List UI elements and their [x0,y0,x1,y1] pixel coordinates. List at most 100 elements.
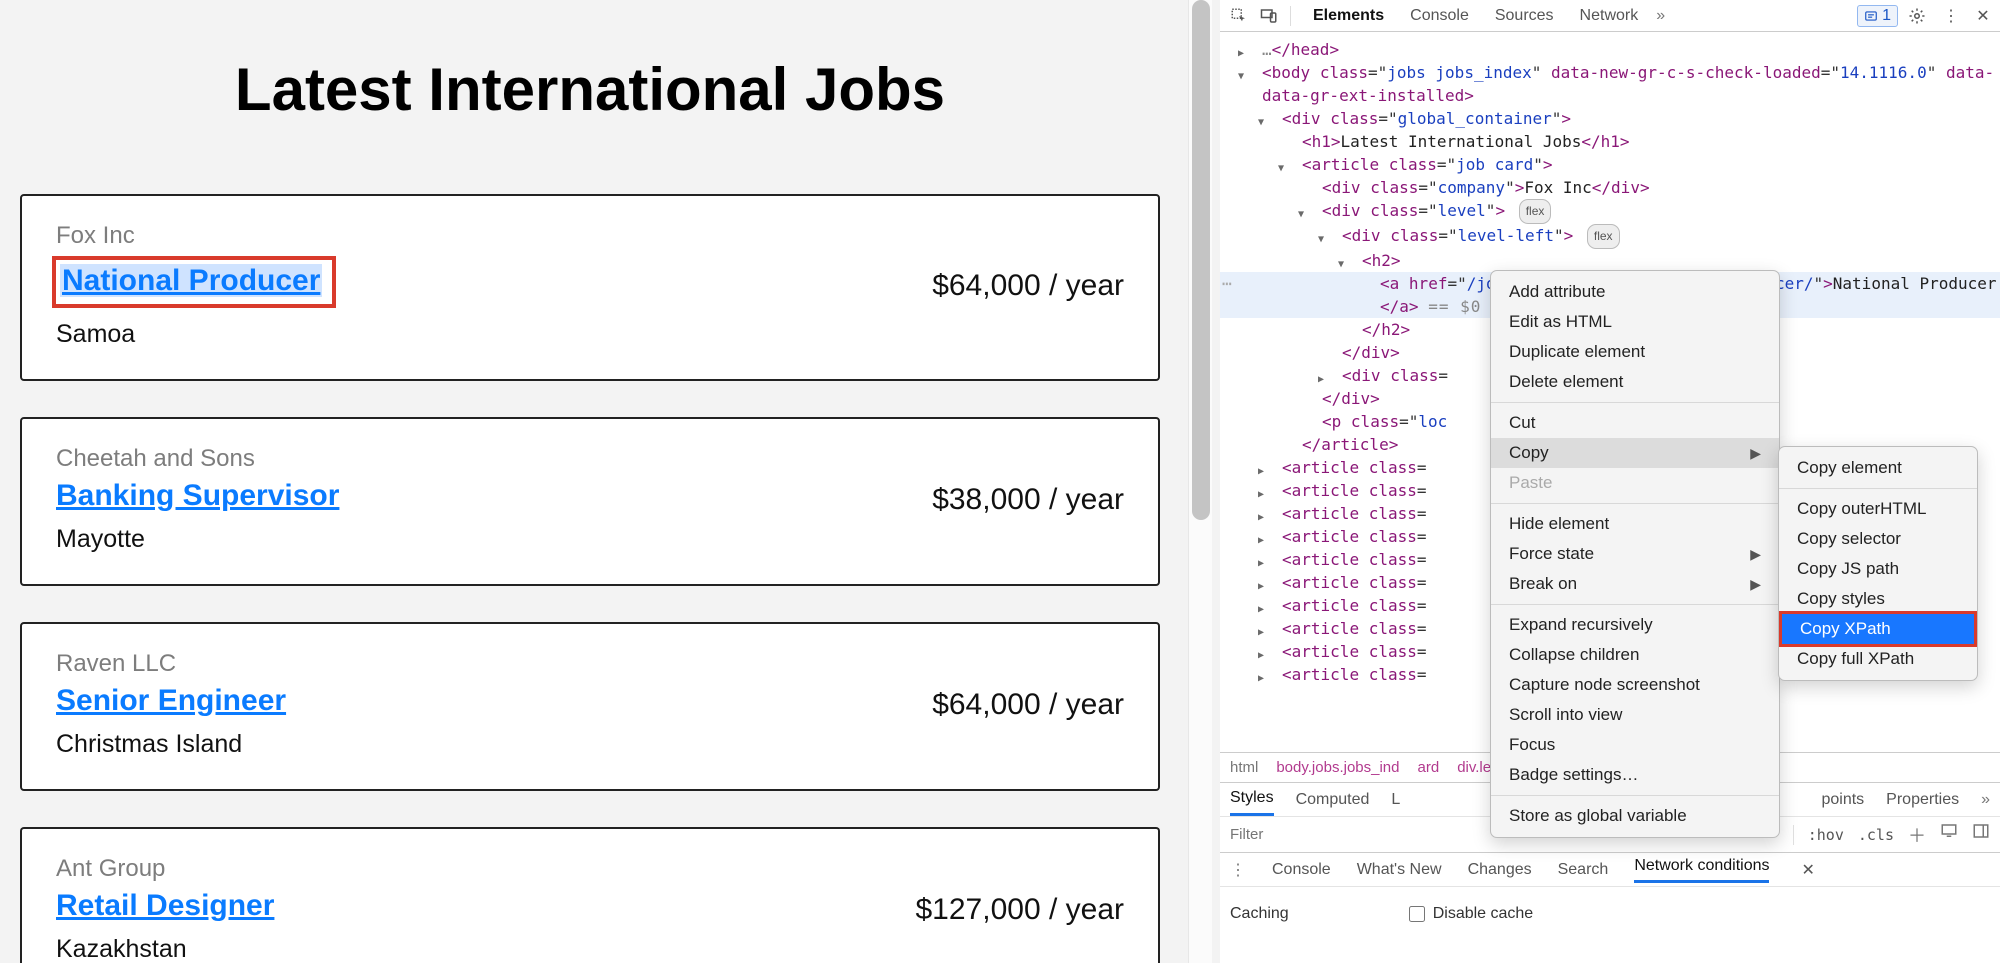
job-card: Ant Group Retail Designer Kazakhstan $12… [20,827,1160,963]
disable-cache-checkbox[interactable]: Disable cache [1409,905,1534,923]
device-toggle-icon[interactable] [1256,3,1282,29]
tab-elements[interactable]: Elements [1313,1,1384,31]
tab-network[interactable]: Network [1580,1,1639,31]
close-icon[interactable]: ✕ [1972,6,1994,26]
tab-computed[interactable]: Computed [1296,785,1370,815]
job-title-link[interactable]: National Producer [60,264,322,297]
menu-expand[interactable]: Expand recursively [1491,610,1779,640]
company-label: Cheetah and Sons [56,445,339,473]
page-title: Latest International Jobs [20,55,1160,124]
kebab-icon[interactable]: ⋮ [1940,6,1962,26]
menu-cut[interactable]: Cut [1491,408,1779,438]
inspect-icon[interactable] [1226,3,1252,29]
dom-node[interactable]: …</head> [1240,38,2000,61]
menu-hide[interactable]: Hide element [1491,509,1779,539]
tab-console[interactable]: Console [1410,1,1469,31]
tab-sources[interactable]: Sources [1495,1,1554,31]
drawer-tab-changes[interactable]: Changes [1468,861,1532,879]
crumb[interactable]: ard [1418,759,1440,776]
drawer-tab-network-conditions[interactable]: Network conditions [1634,857,1769,883]
page-viewport: Latest International Jobs Fox Inc Nation… [0,0,1220,963]
menu-copy-styles[interactable]: Copy styles [1779,584,1977,614]
company-label: Raven LLC [56,650,286,678]
crumb[interactable]: html [1230,759,1258,776]
company-label: Ant Group [56,855,274,883]
tab-styles[interactable]: Styles [1230,783,1274,816]
menu-separator [1491,795,1779,796]
drawer-tab-whatsnew[interactable]: What's New [1357,861,1442,879]
menu-copy-xpath[interactable]: Copy XPath [1779,611,1977,647]
menu-copy-element[interactable]: Copy element [1779,453,1977,483]
menu-duplicate[interactable]: Duplicate element [1491,337,1779,367]
dom-node[interactable]: <h2> [1340,249,2000,272]
dom-node[interactable]: <div class="level-left"> flex [1320,224,2000,249]
cls-toggle[interactable]: .cls [1858,826,1894,844]
menu-separator [1491,402,1779,403]
menu-break-on[interactable]: Break on▶ [1491,569,1779,599]
menu-copy[interactable]: Copy▶ [1491,438,1779,468]
menu-delete[interactable]: Delete element [1491,367,1779,397]
dom-node[interactable]: <h1>Latest International Jobs</h1> [1280,130,2000,153]
menu-force-state[interactable]: Force state▶ [1491,539,1779,569]
menu-scroll[interactable]: Scroll into view [1491,700,1779,730]
devtools-toolbar: Elements Console Sources Network » 1 ⋮ ✕ [1220,0,2000,32]
dom-node[interactable]: data-gr-ext-installed> [1240,84,2000,107]
inspected-element-highlight: National Producer [52,256,336,308]
menu-focus[interactable]: Focus [1491,730,1779,760]
job-title-link[interactable]: Retail Designer [56,889,274,922]
job-salary: $64,000 / year [932,688,1124,722]
menu-copy-full-xpath[interactable]: Copy full XPath [1779,644,1977,674]
plus-icon[interactable]: ＋ [1908,822,1926,848]
dom-node[interactable]: <div class="company">Fox Inc</div> [1300,176,2000,199]
menu-add-attribute[interactable]: Add attribute [1491,277,1779,307]
drawer-tab-console[interactable]: Console [1272,861,1331,879]
menu-capture[interactable]: Capture node screenshot [1491,670,1779,700]
menu-copy-selector[interactable]: Copy selector [1779,524,1977,554]
dom-node[interactable]: <article class="job card"> [1280,153,2000,176]
hov-toggle[interactable]: :hov [1808,826,1844,844]
context-menu[interactable]: Add attribute Edit as HTML Duplicate ele… [1490,270,1780,838]
tabs-overflow-icon[interactable]: » [1656,7,1666,25]
company-label: Fox Inc [56,222,336,250]
gear-icon[interactable] [1908,7,1930,25]
menu-collapse[interactable]: Collapse children [1491,640,1779,670]
job-card: Cheetah and Sons Banking Supervisor Mayo… [20,417,1160,586]
gutter-ellipsis-icon[interactable]: ⋯ [1222,272,1232,295]
chevron-right-icon: ▶ [1750,445,1761,462]
menu-badge[interactable]: Badge settings… [1491,760,1779,790]
job-title-link[interactable]: Banking Supervisor [56,479,339,512]
copy-submenu[interactable]: Copy element Copy outerHTML Copy selecto… [1778,446,1978,681]
dom-node[interactable]: <div class="level"> flex [1300,199,2000,224]
tab-properties[interactable]: Properties [1886,785,1959,815]
styles-filter-input[interactable] [1230,826,1430,843]
panel-icon[interactable] [1972,822,1990,848]
page-scrollbar[interactable] [1188,0,1212,963]
job-location: Kazakhstan [56,935,274,963]
issues-count: 1 [1882,7,1891,25]
menu-separator [1491,503,1779,504]
job-location: Mayotte [56,525,339,554]
toolbar-divider [1290,6,1291,26]
job-salary: $38,000 / year [932,483,1124,517]
crumb[interactable]: body.jobs.jobs_ind [1276,759,1399,776]
tab-layout-partial[interactable]: L [1391,785,1400,815]
dom-node[interactable]: <div class="global_container"> [1260,107,2000,130]
tab-breakpoints-partial[interactable]: points [1821,785,1864,815]
menu-separator [1779,488,1977,489]
device-icon[interactable] [1940,822,1958,848]
job-location: Samoa [56,320,336,349]
menu-store[interactable]: Store as global variable [1491,801,1779,831]
kebab-icon[interactable]: ⋮ [1230,860,1246,880]
dom-node[interactable]: <body class="jobs jobs_index" data-new-g… [1240,61,2000,84]
job-title-link[interactable]: Senior Engineer [56,684,286,717]
menu-copy-jspath[interactable]: Copy JS path [1779,554,1977,584]
issues-badge[interactable]: 1 [1857,5,1898,27]
tabs-overflow-icon[interactable]: » [1981,791,1990,809]
checkbox-input[interactable] [1409,906,1425,922]
drawer-tab-search[interactable]: Search [1558,861,1609,879]
menu-separator [1491,604,1779,605]
menu-edit-html[interactable]: Edit as HTML [1491,307,1779,337]
menu-copy-outerhtml[interactable]: Copy outerHTML [1779,494,1977,524]
close-icon[interactable]: ✕ [1801,860,1814,880]
scrollbar-thumb[interactable] [1192,0,1210,520]
